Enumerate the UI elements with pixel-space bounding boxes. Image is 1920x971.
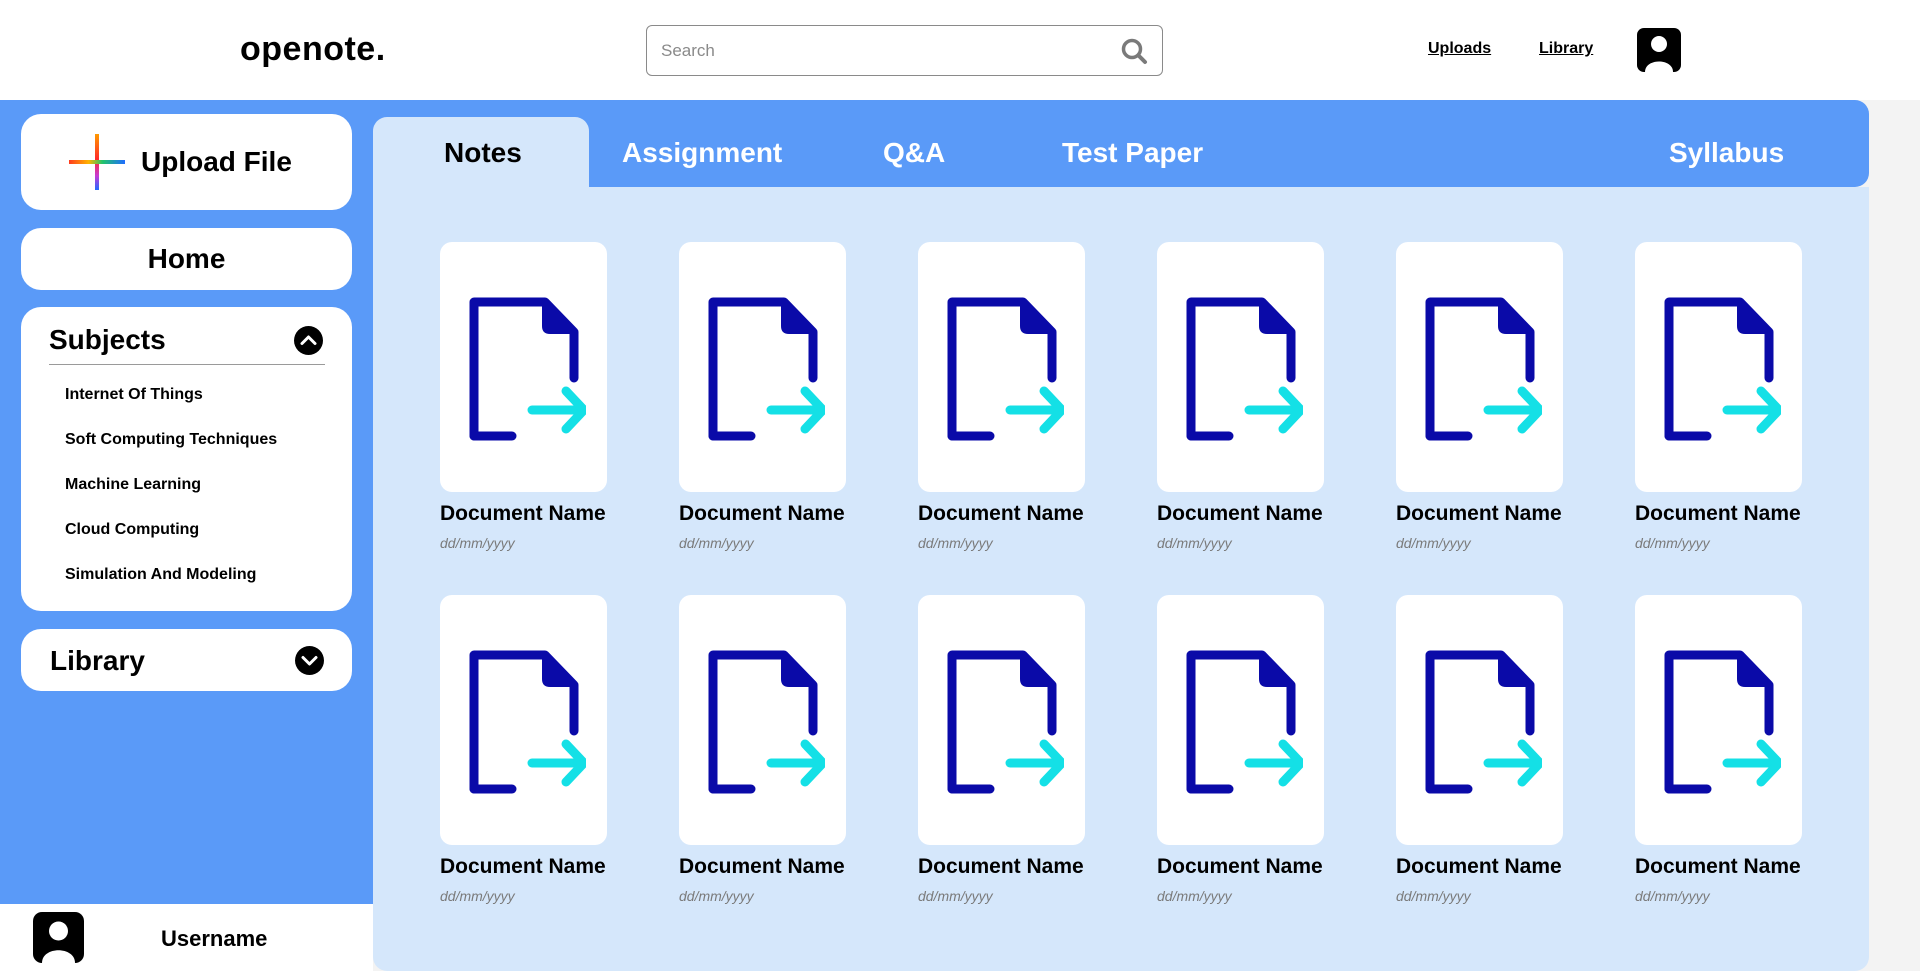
tab-test-paper[interactable]: Test Paper <box>1062 137 1203 169</box>
document-name[interactable]: Document Name <box>679 502 849 526</box>
document-item[interactable]: Document Name dd/mm/yyyy <box>1396 595 1566 904</box>
subjects-title: Subjects <box>49 324 166 355</box>
subject-item-internet-of-things[interactable]: Internet Of Things <box>65 386 203 404</box>
user-avatar-icon[interactable] <box>33 912 84 963</box>
chevron-up-icon[interactable] <box>294 326 323 355</box>
document-item[interactable]: Document Name dd/mm/yyyy <box>679 595 849 904</box>
document-name[interactable]: Document Name <box>1635 502 1805 526</box>
document-name[interactable]: Document Name <box>1157 855 1327 879</box>
document-card[interactable] <box>679 595 846 845</box>
subjects-panel: Subjects Internet Of Things Soft Computi… <box>21 307 352 611</box>
document-file-icon <box>1425 297 1542 441</box>
subject-item-soft-computing-techniques[interactable]: Soft Computing Techniques <box>65 431 277 449</box>
app-logo[interactable]: openote. <box>240 30 386 69</box>
document-file-icon <box>469 650 586 794</box>
upload-file-label: Upload File <box>141 146 292 177</box>
user-bar: Username <box>0 904 373 971</box>
document-item[interactable]: Document Name dd/mm/yyyy <box>918 242 1088 551</box>
document-item[interactable]: Document Name dd/mm/yyyy <box>440 595 610 904</box>
subject-item-machine-learning[interactable]: Machine Learning <box>65 476 201 494</box>
tab-qa[interactable]: Q&A <box>883 137 945 169</box>
document-file-icon <box>947 297 1064 441</box>
document-card[interactable] <box>918 595 1085 845</box>
search-input[interactable] <box>661 38 1101 64</box>
document-card[interactable] <box>1635 595 1802 845</box>
document-name[interactable]: Document Name <box>918 855 1088 879</box>
document-item[interactable]: Document Name dd/mm/yyyy <box>679 242 849 551</box>
document-date: dd/mm/yyyy <box>440 535 515 551</box>
document-file-icon <box>1186 297 1303 441</box>
document-card[interactable] <box>440 595 607 845</box>
document-item[interactable]: Document Name dd/mm/yyyy <box>1635 595 1805 904</box>
document-date: dd/mm/yyyy <box>918 888 993 904</box>
document-item[interactable]: Document Name dd/mm/yyyy <box>440 242 610 551</box>
document-item[interactable]: Document Name dd/mm/yyyy <box>1157 242 1327 551</box>
document-name[interactable]: Document Name <box>1157 502 1327 526</box>
document-file-icon <box>469 297 586 441</box>
search-icon[interactable] <box>1120 37 1148 65</box>
profile-avatar-icon[interactable] <box>1637 28 1681 72</box>
document-date: dd/mm/yyyy <box>918 535 993 551</box>
document-name[interactable]: Document Name <box>918 502 1088 526</box>
username-label[interactable]: Username <box>161 926 267 952</box>
tab-assignment[interactable]: Assignment <box>622 137 782 169</box>
document-name[interactable]: Document Name <box>1396 855 1566 879</box>
library-panel[interactable]: Library <box>21 629 352 691</box>
document-name[interactable]: Document Name <box>1396 502 1566 526</box>
home-button[interactable]: Home <box>21 228 352 290</box>
tab-syllabus[interactable]: Syllabus <box>1669 137 1784 169</box>
document-name[interactable]: Document Name <box>1635 855 1805 879</box>
subjects-divider <box>49 364 325 365</box>
document-card[interactable] <box>1396 595 1563 845</box>
document-file-icon <box>1664 650 1781 794</box>
upload-file-button[interactable]: Upload File <box>21 114 352 210</box>
document-date: dd/mm/yyyy <box>1157 535 1232 551</box>
document-file-icon <box>708 650 825 794</box>
document-date: dd/mm/yyyy <box>679 535 754 551</box>
document-file-icon <box>708 297 825 441</box>
document-card[interactable] <box>679 242 846 492</box>
top-header: openote. Uploads Library <box>0 0 1920 100</box>
subject-item-simulation-and-modeling[interactable]: Simulation And Modeling <box>65 566 256 584</box>
library-title: Library <box>50 645 145 676</box>
document-name[interactable]: Document Name <box>440 855 610 879</box>
document-item[interactable]: Document Name dd/mm/yyyy <box>1157 595 1327 904</box>
document-card[interactable] <box>918 242 1085 492</box>
document-date: dd/mm/yyyy <box>1157 888 1232 904</box>
document-date: dd/mm/yyyy <box>679 888 754 904</box>
document-card[interactable] <box>1396 242 1563 492</box>
document-date: dd/mm/yyyy <box>1396 888 1471 904</box>
document-item[interactable]: Document Name dd/mm/yyyy <box>918 595 1088 904</box>
document-card[interactable] <box>1157 595 1324 845</box>
document-card[interactable] <box>440 242 607 492</box>
page-margin <box>1869 100 1920 971</box>
document-card[interactable] <box>1635 242 1802 492</box>
home-label: Home <box>147 243 226 274</box>
document-file-icon <box>1425 650 1542 794</box>
document-card[interactable] <box>1157 242 1324 492</box>
search-box[interactable] <box>646 25 1163 76</box>
nav-link-library[interactable]: Library <box>1539 40 1593 58</box>
document-file-icon <box>1186 650 1303 794</box>
tab-notes[interactable]: Notes <box>444 137 522 169</box>
document-file-icon <box>1664 297 1781 441</box>
nav-link-uploads[interactable]: Uploads <box>1428 40 1491 58</box>
chevron-down-icon[interactable] <box>295 646 324 675</box>
document-name[interactable]: Document Name <box>440 502 610 526</box>
document-date: dd/mm/yyyy <box>440 888 515 904</box>
subject-item-cloud-computing[interactable]: Cloud Computing <box>65 521 199 539</box>
plus-icon <box>69 134 125 190</box>
document-item[interactable]: Document Name dd/mm/yyyy <box>1396 242 1566 551</box>
document-item[interactable]: Document Name dd/mm/yyyy <box>1635 242 1805 551</box>
document-date: dd/mm/yyyy <box>1396 535 1471 551</box>
document-date: dd/mm/yyyy <box>1635 535 1710 551</box>
document-name[interactable]: Document Name <box>679 855 849 879</box>
document-date: dd/mm/yyyy <box>1635 888 1710 904</box>
document-file-icon <box>947 650 1064 794</box>
